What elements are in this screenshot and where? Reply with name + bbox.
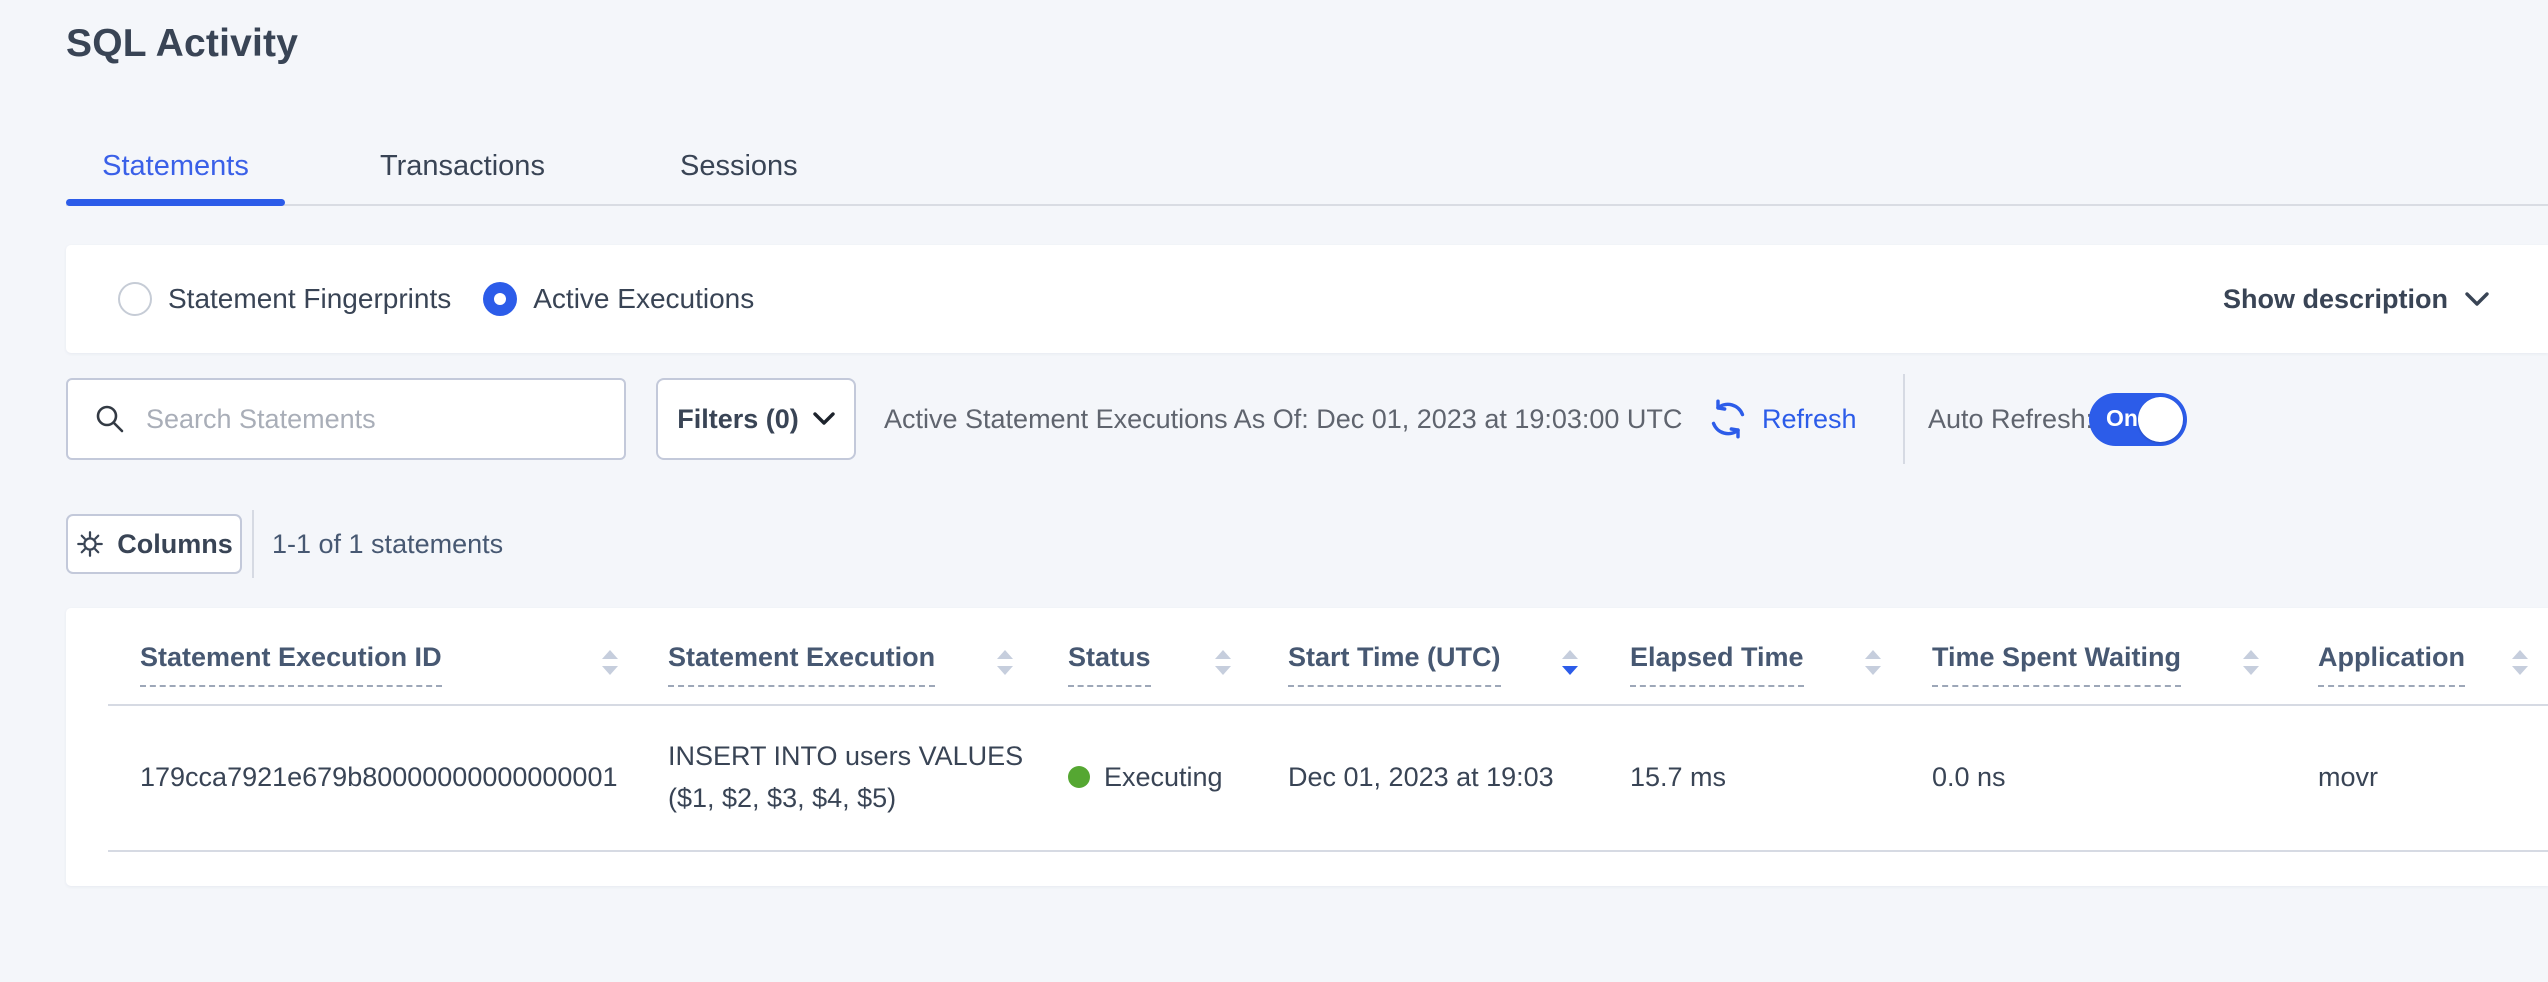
sort-icon[interactable] xyxy=(995,648,1015,678)
vertical-divider xyxy=(252,510,254,578)
row-divider xyxy=(108,850,2548,852)
sql-activity-page: SQL Activity Statements Transactions Ses… xyxy=(0,0,2548,982)
columns-label: Columns xyxy=(117,529,233,560)
chevron-down-icon xyxy=(2464,291,2490,307)
sort-icon-active-desc[interactable] xyxy=(1560,648,1580,678)
table-row[interactable]: 179cca7921e679b80000000000000001 INSERT … xyxy=(66,704,2548,850)
cell-status: Executing xyxy=(1068,704,1223,850)
cell-elapsed-time: 15.7 ms xyxy=(1630,704,1726,850)
radio-unselected-icon[interactable] xyxy=(118,282,152,316)
filters-label: Filters (0) xyxy=(677,404,799,435)
chevron-down-icon xyxy=(813,412,835,426)
refresh-label: Refresh xyxy=(1762,404,1857,435)
filters-button[interactable]: Filters (0) xyxy=(656,378,856,460)
gear-icon xyxy=(75,529,105,559)
toggle-state-label: On xyxy=(2106,405,2138,432)
column-header-status[interactable]: Status xyxy=(1068,642,1151,687)
tab-statements[interactable]: Statements xyxy=(66,150,285,183)
statements-table: Statement Execution ID Statement Executi… xyxy=(66,608,2548,886)
column-header-statement-execution-id[interactable]: Statement Execution ID xyxy=(140,642,442,687)
tab-sessions[interactable]: Sessions xyxy=(680,150,798,183)
refresh-icon xyxy=(1708,399,1748,439)
cell-application: movr xyxy=(2318,704,2378,850)
column-header-time-spent-waiting[interactable]: Time Spent Waiting xyxy=(1932,642,2181,687)
show-description-label: Show description xyxy=(2223,284,2448,315)
refresh-button[interactable]: Refresh xyxy=(1708,378,1857,460)
vertical-divider xyxy=(1903,374,1905,464)
column-header-statement-execution[interactable]: Statement Execution xyxy=(668,642,935,687)
auto-refresh-label: Auto Refresh: xyxy=(1928,378,2093,460)
column-header-start-time[interactable]: Start Time (UTC) xyxy=(1288,642,1501,687)
radio-selected-icon[interactable] xyxy=(483,282,517,316)
tab-transactions[interactable]: Transactions xyxy=(380,150,545,183)
results-count: 1-1 of 1 statements xyxy=(272,514,503,574)
column-header-elapsed-time[interactable]: Elapsed Time xyxy=(1630,642,1804,687)
cell-start-time: Dec 01, 2023 at 19:03 xyxy=(1288,704,1554,850)
active-tab-indicator xyxy=(66,199,285,206)
sort-icon[interactable] xyxy=(1863,648,1883,678)
sort-icon[interactable] xyxy=(2510,648,2530,678)
sort-icon[interactable] xyxy=(600,648,620,678)
toggle-knob[interactable] xyxy=(2138,397,2183,442)
radio-statement-fingerprints[interactable]: Statement Fingerprints xyxy=(118,282,451,316)
auto-refresh-toggle[interactable]: On xyxy=(2089,393,2187,446)
radio-active-executions[interactable]: Active Executions xyxy=(483,282,754,316)
sort-icon[interactable] xyxy=(1213,648,1233,678)
radio-label: Statement Fingerprints xyxy=(168,283,451,315)
cell-statement[interactable]: INSERT INTO users VALUES ($1, $2, $3, $4… xyxy=(668,704,1023,850)
radio-label: Active Executions xyxy=(533,283,754,315)
view-mode-card: Statement Fingerprints Active Executions… xyxy=(66,245,2548,353)
status-executing-dot xyxy=(1068,766,1090,788)
search-icon xyxy=(94,403,126,435)
page-title: SQL Activity xyxy=(66,22,298,66)
tabs-divider xyxy=(66,204,2548,206)
search-box[interactable] xyxy=(66,378,626,460)
cell-execution-id: 179cca7921e679b80000000000000001 xyxy=(140,704,617,850)
column-header-application[interactable]: Application xyxy=(2318,642,2465,687)
search-input[interactable] xyxy=(144,403,606,436)
columns-button[interactable]: Columns xyxy=(66,514,242,574)
cell-time-spent-waiting: 0.0 ns xyxy=(1932,704,2006,850)
as-of-timestamp: Active Statement Executions As Of: Dec 0… xyxy=(884,378,1682,460)
sort-icon[interactable] xyxy=(2241,648,2261,678)
show-description-toggle[interactable]: Show description xyxy=(2223,284,2490,315)
